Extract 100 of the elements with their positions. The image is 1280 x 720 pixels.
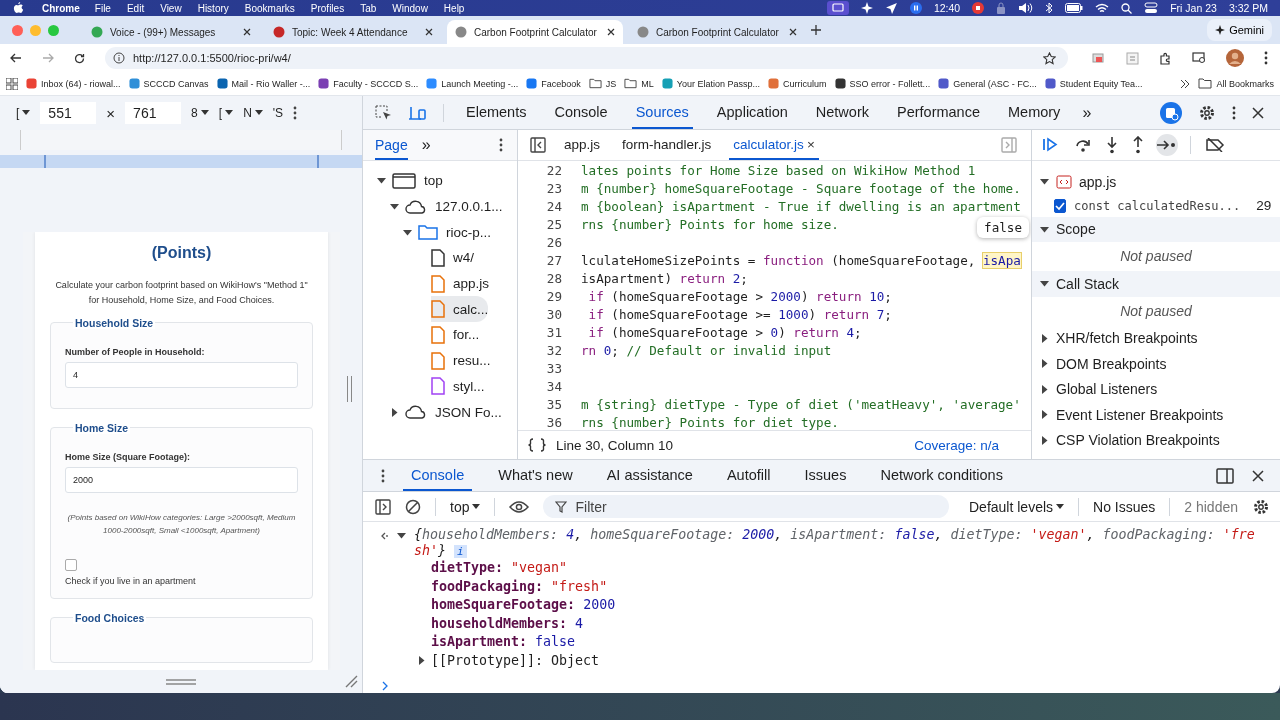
expand-arrow-icon[interactable]: [1040, 224, 1049, 234]
step-into-icon[interactable]: [1106, 136, 1118, 154]
close-icon[interactable]: [789, 28, 797, 36]
browser-tab[interactable]: Carbon Footprint Calculator: [629, 20, 805, 44]
settings-icon[interactable]: [1198, 103, 1216, 122]
gemini-button[interactable]: Gemini: [1207, 19, 1272, 41]
media-icon[interactable]: [1192, 52, 1206, 64]
menu-item[interactable]: File: [94, 2, 111, 14]
bookmark-item[interactable]: Faculty - SCCCD S...: [318, 78, 419, 89]
pane-header[interactable]: DOM Breakpoints: [1032, 351, 1280, 377]
menu-item[interactable]: Tab: [360, 2, 377, 14]
step-icon[interactable]: [1154, 134, 1180, 156]
tree-item[interactable]: styl...: [431, 373, 485, 400]
file-tab[interactable]: app.js: [560, 130, 605, 160]
devtools-tab[interactable]: Application: [712, 96, 792, 129]
pane-header[interactable]: Event Listener Breakpoints: [1032, 402, 1280, 428]
issues-button[interactable]: No Issues: [1093, 498, 1156, 515]
browser-tab[interactable]: Topic: Week 4 Attendance: [265, 20, 441, 44]
number-input[interactable]: 2000: [65, 467, 298, 493]
tree-item[interactable]: calc...: [431, 296, 489, 323]
prototype-row[interactable]: [[Prototype]]: Object: [431, 651, 600, 670]
pane-header[interactable]: Global Listeners: [1032, 376, 1280, 402]
menu-item[interactable]: Bookmarks: [244, 2, 295, 14]
drawer-tab[interactable]: AI assistance: [598, 460, 701, 491]
bookmark-item[interactable]: Launch Meeting -...: [426, 78, 519, 89]
extension-icon[interactable]: [1092, 52, 1106, 64]
expand-arrow-icon[interactable]: [1040, 279, 1049, 289]
menu-item[interactable]: Window: [392, 2, 428, 14]
toggles-icon[interactable]: [1144, 2, 1159, 14]
menu-icon[interactable]: [1264, 51, 1268, 65]
format-icon[interactable]: [528, 438, 546, 452]
expand-arrow-icon[interactable]: [1040, 384, 1049, 394]
tree-item[interactable]: for...: [431, 322, 480, 348]
object-summary[interactable]: {householdMembers: 4, homeSquareFootage: 2000, isApartment: false, dietType: 'vegan', foodPackaging: 'fresh'} i: [414, 527, 1263, 559]
menu-item[interactable]: History: [197, 2, 229, 14]
more-icon[interactable]: [293, 106, 298, 120]
sidebar-toggle-icon[interactable]: [530, 137, 546, 153]
tree-item[interactable]: resu...: [431, 347, 491, 374]
menu-item[interactable]: View: [160, 2, 182, 14]
more-icon[interactable]: [499, 138, 503, 152]
sidebar-toggle-icon[interactable]: [1001, 137, 1017, 153]
menu-item[interactable]: Edit: [126, 2, 145, 14]
more-icon[interactable]: [381, 468, 385, 483]
drawer-tab[interactable]: Issues: [796, 460, 855, 491]
sidebar-toggle-icon[interactable]: [375, 498, 391, 515]
page-tab[interactable]: Page: [375, 130, 408, 160]
inspect-icon[interactable]: [375, 104, 393, 121]
more-icon[interactable]: [1232, 105, 1236, 120]
expand-arrow-icon[interactable]: [397, 531, 406, 540]
pane-header[interactable]: XHR/fetch Breakpoints: [1032, 325, 1280, 351]
tree-item[interactable]: JSON Fo...: [405, 399, 502, 425]
avatar-icon[interactable]: [1226, 49, 1244, 67]
bookmark-item[interactable]: JS: [588, 78, 617, 89]
expand-arrow-icon[interactable]: [417, 656, 426, 666]
more-tabs-button[interactable]: »: [1082, 103, 1092, 122]
expand-arrow-icon[interactable]: [1040, 333, 1049, 343]
width-field[interactable]: 551: [40, 102, 97, 124]
drawer-tab[interactable]: Network conditions: [872, 460, 1011, 491]
devtools-tab[interactable]: Elements: [462, 96, 531, 129]
pane-header[interactable]: Call Stack: [1032, 271, 1280, 297]
bookmark-item[interactable]: Your Elation Passp...: [661, 78, 761, 89]
browser-tab[interactable]: Carbon Footprint Calculator: [447, 20, 623, 44]
settings-icon[interactable]: [1252, 497, 1270, 516]
wifi-icon[interactable]: [1095, 2, 1110, 14]
expand-arrow-icon[interactable]: [403, 227, 412, 237]
expand-arrow-icon[interactable]: [377, 176, 386, 186]
bookmark-item[interactable]: Facebook: [526, 78, 581, 89]
apartment-checkbox[interactable]: [65, 559, 77, 571]
dock-icon[interactable]: [1216, 467, 1234, 484]
browser-tab[interactable]: Voice - (99+) Messages: [83, 20, 259, 44]
resize-handle-icon[interactable]: [166, 677, 196, 686]
toolbar-dropdown[interactable]: 'S: [272, 106, 284, 120]
devtools-tab[interactable]: Memory: [1004, 96, 1065, 129]
drawer-tab[interactable]: Console: [403, 460, 473, 491]
file-tab[interactable]: calculator.js ×: [729, 130, 819, 160]
devtools-tab[interactable]: Performance: [893, 96, 984, 129]
more-tabs-button[interactable]: »: [421, 136, 431, 154]
bookmark-item[interactable]: Student Equity Tea...: [1044, 78, 1143, 89]
eye-icon[interactable]: [509, 499, 530, 514]
levels-dropdown[interactable]: Default levels: [969, 498, 1065, 515]
dimension-dropdown[interactable]: [: [16, 106, 31, 120]
pane-header[interactable]: CSP Violation Breakpoints: [1032, 427, 1280, 453]
step-out-icon[interactable]: [1132, 136, 1144, 154]
pause-icon[interactable]: [909, 2, 922, 14]
search-icon[interactable]: [1121, 2, 1133, 14]
height-field[interactable]: 761: [125, 102, 182, 124]
app-menu[interactable]: Chrome: [42, 2, 80, 14]
number-input[interactable]: 4: [65, 362, 298, 388]
expand-arrow-icon[interactable]: [390, 407, 399, 417]
devtools-tab[interactable]: Sources: [631, 96, 693, 129]
bluetooth-icon[interactable]: [1045, 2, 1054, 14]
breakpoint-file-header[interactable]: app.js: [1032, 169, 1280, 195]
tree-item[interactable]: rioc-p...: [418, 219, 491, 246]
pane-header[interactable]: Scope: [1032, 216, 1280, 242]
file-tab[interactable]: form-handler.js: [618, 130, 716, 160]
speaker-icon[interactable]: [1018, 2, 1034, 14]
apps-icon[interactable]: [6, 77, 18, 90]
devtools-tab[interactable]: Network: [811, 96, 873, 129]
all-bookmarks-item[interactable]: All Bookmarks: [1198, 78, 1274, 89]
stop-icon[interactable]: [972, 2, 985, 14]
